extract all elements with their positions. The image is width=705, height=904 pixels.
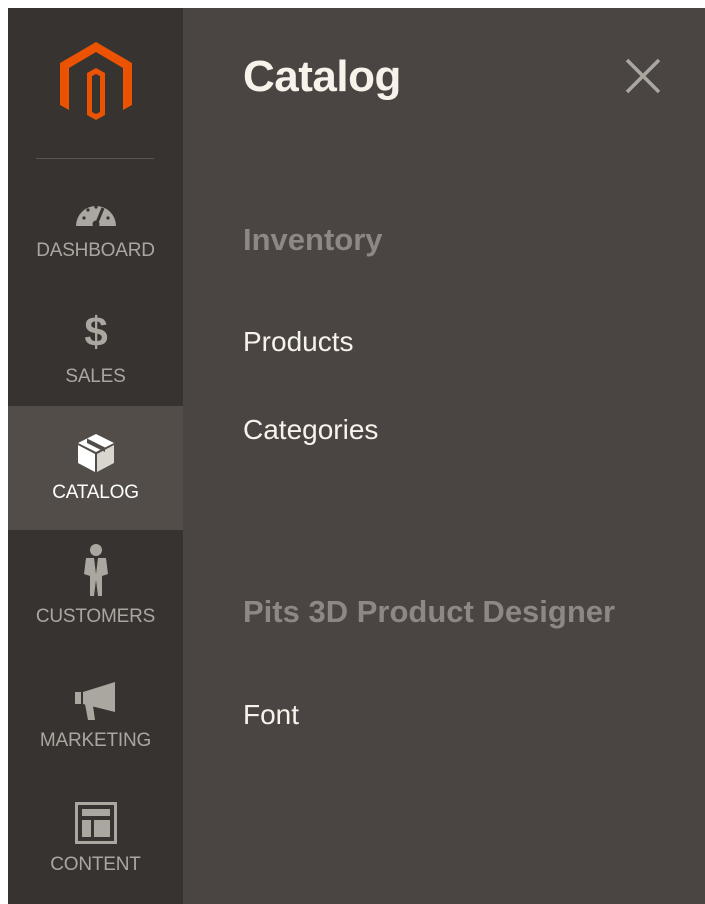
menu-link-products[interactable]: Products <box>243 326 354 358</box>
nav-label-dashboard: DASHBOARD <box>36 240 155 261</box>
box-icon <box>77 434 114 472</box>
menu-link-font[interactable]: Font <box>243 699 299 731</box>
logo-divider <box>36 158 154 159</box>
close-button[interactable] <box>623 56 663 96</box>
speedometer-icon <box>75 205 116 228</box>
nav-item-customers[interactable]: CUSTOMERS <box>8 530 183 654</box>
nav-item-content[interactable]: CONTENT <box>8 778 183 902</box>
panel-title: Catalog <box>243 52 401 101</box>
close-icon <box>625 58 661 94</box>
menu-link-categories[interactable]: Categories <box>243 414 378 446</box>
nav-label-customers: CUSTOMERS <box>35 606 156 627</box>
magento-logo-icon <box>59 42 132 120</box>
dollar-icon: $ <box>84 308 107 352</box>
nav-label-sales: SALES <box>65 366 126 387</box>
section-title-pits-3d-product-designer: Pits 3D Product Designer <box>243 594 616 629</box>
nav-item-dashboard[interactable]: DASHBOARD <box>8 166 183 290</box>
nav-label-marketing: MARKETING <box>39 730 152 751</box>
catalog-flyout-panel: Catalog Inventory Products Categories Pi… <box>183 8 705 904</box>
logo-link[interactable] <box>8 8 183 166</box>
admin-sidebar: DASHBOARD $ SALES CATALOG CUSTOMERS MARK… <box>8 8 183 904</box>
nav-label-content: CONTENT <box>50 854 141 875</box>
nav-item-catalog[interactable]: CATALOG <box>8 406 183 530</box>
layout-icon <box>74 802 117 844</box>
svg-text:$: $ <box>84 308 107 352</box>
megaphone-icon <box>74 682 115 720</box>
person-icon <box>83 544 108 596</box>
nav-label-catalog: CATALOG <box>52 482 139 503</box>
section-title-inventory: Inventory <box>243 222 383 257</box>
nav-item-marketing[interactable]: MARKETING <box>8 654 183 778</box>
nav-item-sales[interactable]: $ SALES <box>8 290 183 414</box>
